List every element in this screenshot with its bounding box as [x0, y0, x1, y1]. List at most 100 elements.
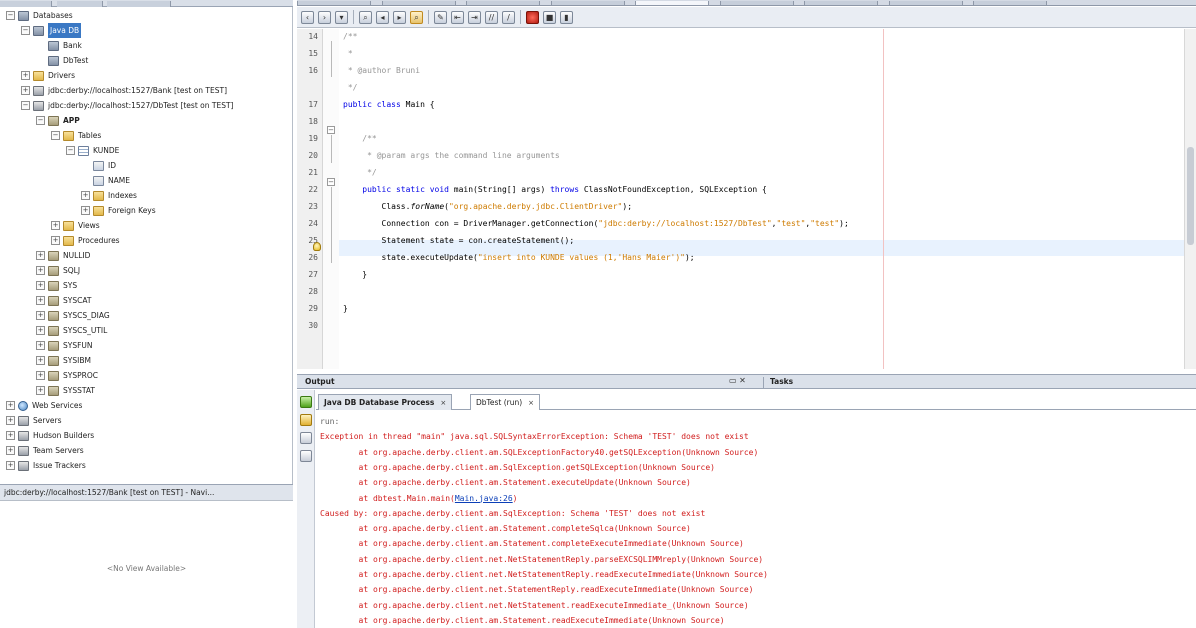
left-panel-tabs[interactable] — [0, 0, 293, 7]
editor-tab[interactable] — [466, 1, 541, 5]
expand-toggle-icon[interactable]: + — [6, 401, 15, 410]
expand-toggle-icon[interactable]: + — [36, 296, 45, 305]
expand-toggle-icon[interactable]: − — [21, 26, 30, 35]
tree-node[interactable]: − Java DB — [21, 23, 82, 38]
expand-toggle-icon[interactable]: + — [36, 326, 45, 335]
tree-node[interactable]: + Web Services — [6, 398, 82, 413]
code-editor[interactable]: 14 15 16 17 18 19 20 21 22 23 24 25 26 27 28 29 30 − − /… — [297, 29, 1196, 369]
shift-left-icon[interactable]: ⇤ — [451, 10, 464, 24]
expand-toggle-icon[interactable]: + — [21, 71, 30, 80]
editor-scrollbar-thumb[interactable] — [1187, 147, 1194, 245]
tree-node[interactable]: + Indexes — [81, 188, 137, 203]
expand-toggle-icon[interactable]: − — [36, 116, 45, 125]
fold-toggle-icon[interactable]: − — [327, 126, 335, 134]
expand-toggle-icon[interactable]: + — [36, 386, 45, 395]
expand-toggle-icon[interactable]: − — [21, 101, 30, 110]
tree-node[interactable]: + Drivers — [21, 68, 75, 83]
editor-scrollbar[interactable] — [1184, 29, 1196, 369]
run-icon[interactable]: ▮ — [560, 10, 573, 24]
expand-toggle-icon[interactable]: + — [81, 206, 90, 215]
editor-tab-active[interactable] — [635, 1, 710, 5]
expand-toggle-icon[interactable]: + — [36, 266, 45, 275]
tree-node[interactable]: + SYSPROC — [36, 368, 98, 383]
uncomment-icon[interactable]: / — [502, 10, 515, 24]
tree-node[interactable]: + SYSSTAT — [36, 383, 95, 398]
tree-node[interactable]: + Procedures — [51, 233, 120, 248]
tree-node[interactable]: + Issue Trackers — [6, 458, 86, 473]
tree-node[interactable]: + Foreign Keys — [81, 203, 156, 218]
settings-icon[interactable] — [300, 450, 312, 462]
tree-node[interactable]: + NULLID — [36, 248, 90, 263]
expand-toggle-icon[interactable]: + — [36, 281, 45, 290]
tree-node[interactable]: − Tables — [51, 128, 101, 143]
expand-toggle-icon[interactable]: + — [81, 191, 90, 200]
expand-toggle-icon[interactable]: − — [6, 11, 15, 20]
expand-toggle-icon[interactable]: + — [6, 416, 15, 425]
tab-dbtest-run[interactable]: DbTest (run) × — [470, 394, 541, 410]
stop-macro-icon[interactable]: ■ — [543, 10, 556, 24]
lightbulb-hint-icon[interactable] — [313, 242, 321, 251]
expand-toggle-icon[interactable]: + — [36, 341, 45, 350]
find-next-icon[interactable]: ▸ — [393, 10, 406, 24]
tab-projects[interactable] — [0, 1, 52, 7]
tree-node[interactable]: + SYS — [36, 278, 77, 293]
tree-node[interactable]: DbTest — [36, 53, 88, 68]
expand-toggle-icon[interactable]: + — [51, 236, 60, 245]
forward-icon[interactable]: › — [318, 10, 331, 24]
tab-services[interactable] — [107, 1, 172, 7]
editor-tab[interactable] — [888, 1, 963, 5]
tree-node[interactable]: + Team Servers — [6, 443, 84, 458]
toggle-highlight-icon[interactable]: ✎ — [434, 10, 447, 24]
expand-toggle-icon[interactable]: + — [6, 461, 15, 470]
tree-node[interactable]: + Views — [51, 218, 100, 233]
close-icon[interactable]: × — [528, 399, 534, 407]
expand-toggle-icon[interactable]: + — [36, 356, 45, 365]
stop-icon[interactable] — [300, 432, 312, 444]
tree-node[interactable]: + SYSCAT — [36, 293, 91, 308]
stacktrace-link[interactable]: Main.java:26 — [455, 494, 513, 503]
dropdown-icon[interactable]: ▾ — [335, 10, 348, 24]
tree-node[interactable]: + SQLJ — [36, 263, 80, 278]
editor-tab[interactable] — [297, 1, 371, 5]
shift-right-icon[interactable]: ⇥ — [468, 10, 481, 24]
editor-tab[interactable] — [973, 1, 1048, 5]
output-title[interactable]: Output — [305, 377, 335, 386]
tree-node[interactable]: + Hudson Builders — [6, 428, 94, 443]
output-console[interactable]: run: Exception in thread "main" java.sql.… — [316, 411, 1196, 628]
tree-node[interactable]: − jdbc:derby://localhost:1527/DbTest [tes… — [21, 98, 233, 113]
expand-toggle-icon[interactable]: + — [6, 431, 15, 440]
tree-node[interactable]: Bank — [36, 38, 82, 53]
tree-node[interactable]: ID — [81, 158, 116, 173]
comment-icon[interactable]: // — [485, 10, 498, 24]
expand-toggle-icon[interactable]: + — [6, 446, 15, 455]
tree-node[interactable]: + SYSCS_DIAG — [36, 308, 110, 323]
fold-toggle-icon[interactable]: − — [327, 178, 335, 186]
output-window-controls[interactable]: ▭ ✕ — [729, 376, 746, 385]
tree-node[interactable]: + Servers — [6, 413, 62, 428]
expand-toggle-icon[interactable]: + — [36, 251, 45, 260]
tree-node[interactable]: − APP — [36, 113, 80, 128]
tree-node[interactable]: + SYSFUN — [36, 338, 93, 353]
tab-files[interactable] — [56, 1, 103, 7]
tree-node[interactable]: + SYSCS_UTIL — [36, 323, 107, 338]
tree-node[interactable]: NAME — [81, 173, 130, 188]
tree-node[interactable]: + jdbc:derby://localhost:1527/Bank [test … — [21, 83, 227, 98]
tree-node[interactable]: − KUNDE — [66, 143, 119, 158]
tree-node[interactable]: + SYSIBM — [36, 353, 91, 368]
expand-toggle-icon[interactable]: − — [51, 131, 60, 140]
close-icon[interactable]: × — [440, 399, 446, 407]
find-previous-icon[interactable]: ◂ — [376, 10, 389, 24]
expand-toggle-icon[interactable]: + — [36, 371, 45, 380]
record-macro-icon[interactable] — [526, 10, 539, 24]
tab-java-db-process[interactable]: Java DB Database Process × — [318, 394, 453, 410]
expand-toggle-icon[interactable]: + — [51, 221, 60, 230]
tree-node[interactable]: − Databases — [6, 8, 73, 23]
expand-toggle-icon[interactable]: + — [21, 86, 30, 95]
editor-tab[interactable] — [550, 1, 625, 5]
editor-tab[interactable] — [804, 1, 879, 5]
editor-tab[interactable] — [381, 1, 456, 5]
find-icon[interactable]: ⌕ — [359, 10, 372, 24]
rerun-with-params-icon[interactable] — [300, 414, 312, 426]
find-selection-icon[interactable]: ⌕ — [410, 10, 423, 24]
tasks-title[interactable]: Tasks — [763, 377, 793, 389]
